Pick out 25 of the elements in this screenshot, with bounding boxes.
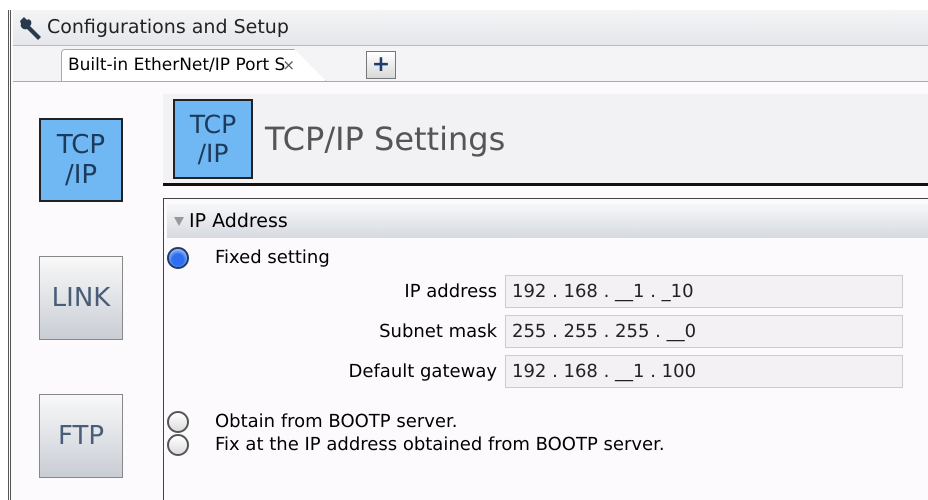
- section-header[interactable]: IP Address: [167, 204, 928, 238]
- add-tab-button[interactable]: +: [366, 51, 396, 79]
- page-title: TCP/IP Settings: [265, 118, 506, 160]
- radio-button[interactable]: [167, 434, 189, 456]
- option-label: Obtain from BOOTP server.: [215, 410, 458, 434]
- sidebar-item[interactable]: TCP /IP: [39, 118, 123, 202]
- sidebar-item[interactable]: LINK: [39, 256, 123, 340]
- option-label: Fixed setting: [215, 246, 330, 270]
- section-title: IP Address: [189, 208, 288, 234]
- input-field[interactable]: 255 . 255 . 255 . __0: [505, 315, 903, 348]
- field-label: Subnet mask: [378, 320, 497, 344]
- sidebar-item[interactable]: FTP: [39, 394, 123, 478]
- input-field[interactable]: 192 . 168 . __1 . 100: [505, 355, 903, 388]
- tab[interactable]: Built-in EtherNet/IP Port S×: [61, 49, 326, 81]
- radio-button[interactable]: [167, 410, 189, 432]
- window-title: Configurations and Setup: [47, 15, 289, 40]
- radio-button[interactable]: [167, 246, 189, 268]
- caret-icon: [173, 215, 185, 227]
- input-field[interactable]: 192 . 168 . __1 . _10: [505, 275, 903, 308]
- field-label: IP address: [403, 280, 497, 304]
- option-label: Fix at the IP address obtained from BOOTP server.: [215, 433, 665, 457]
- tcp-ip-icon: TCP /IP: [173, 98, 253, 178]
- tab-label: Built-in EtherNet/IP Port S: [68, 54, 286, 77]
- field-label: Default gateway: [348, 360, 497, 384]
- wrench-icon: [17, 14, 43, 40]
